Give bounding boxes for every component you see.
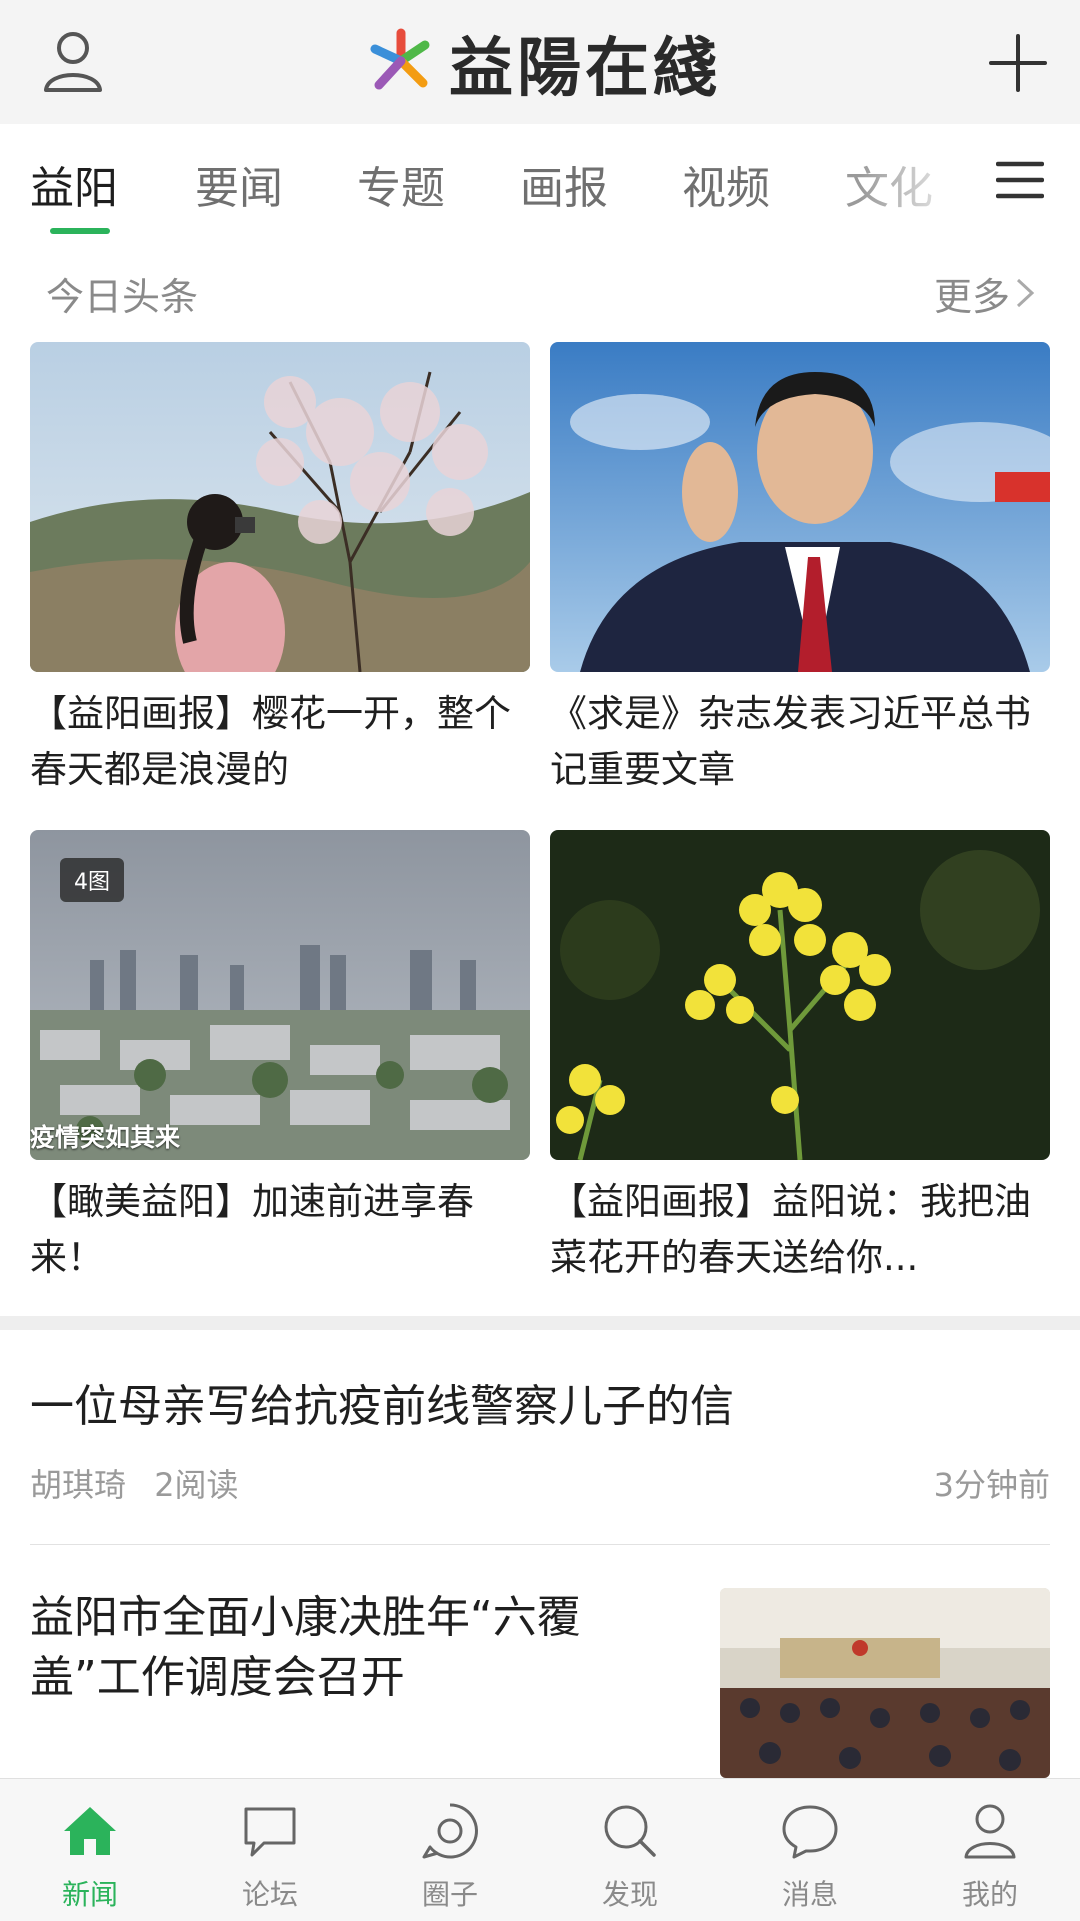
search-icon bbox=[604, 1805, 656, 1857]
tab-pictorial[interactable]: 画报 bbox=[520, 152, 608, 216]
nav-label: 发现 bbox=[601, 1878, 658, 1911]
active-tab-indicator bbox=[50, 228, 110, 234]
circle-icon bbox=[422, 1803, 478, 1859]
article-time: 3分钟前 bbox=[933, 1466, 1050, 1504]
tab-fade bbox=[860, 124, 970, 234]
tab-topics[interactable]: 专题 bbox=[357, 152, 445, 216]
article-reads: 2阅读 bbox=[154, 1466, 239, 1504]
card-image[interactable] bbox=[550, 830, 1050, 1160]
article-title[interactable]: 一位母亲写给抗疫前线警察儿子的信 bbox=[30, 1370, 734, 1434]
app-logo: 益陽在綫 bbox=[365, 18, 721, 108]
logo-text: 益陽在綫 bbox=[449, 31, 721, 106]
nav-forum[interactable]: 论坛 bbox=[180, 1779, 360, 1921]
card-caption[interactable]: 【瞰美益阳】加速前进享春来！ bbox=[30, 1174, 530, 1286]
article-author: 胡琪琦 bbox=[30, 1466, 127, 1504]
tab-yiyang[interactable]: 益阳 bbox=[30, 152, 118, 216]
tab-news[interactable]: 要闻 bbox=[195, 152, 283, 216]
nav-label: 新闻 bbox=[61, 1878, 118, 1911]
news-card[interactable]: 《求是》杂志发表习近平总书记重要文章 bbox=[550, 342, 1050, 798]
profile-icon bbox=[964, 1804, 1016, 1859]
nav-label: 我的 bbox=[961, 1878, 1018, 1911]
news-card[interactable]: 【益阳画报】益阳说：我把油菜花开的春天送给你... bbox=[550, 830, 1050, 1286]
more-link[interactable]: 更多 bbox=[934, 266, 1010, 321]
nav-messages[interactable]: 消息 bbox=[720, 1779, 900, 1921]
list-divider bbox=[30, 1544, 1050, 1545]
image-count-badge: 4图 bbox=[60, 858, 124, 902]
card-image[interactable] bbox=[30, 342, 530, 672]
logo-mark-icon bbox=[370, 28, 430, 90]
top-header: 益陽在綫 bbox=[0, 0, 1080, 125]
card-image[interactable] bbox=[550, 342, 1050, 672]
news-card[interactable]: 4图 疫情突如其来 【瞰美益阳】加速前进享春来！ bbox=[30, 830, 530, 1286]
nav-profile[interactable]: 我的 bbox=[900, 1779, 1080, 1921]
image-overlay-text: 疫情突如其来 bbox=[30, 1123, 181, 1152]
forum-icon bbox=[244, 1807, 296, 1857]
card-caption[interactable]: 【益阳画报】樱花一开，整个春天都是浪漫的 bbox=[30, 686, 530, 798]
card-caption[interactable]: 《求是》杂志发表习近平总书记重要文章 bbox=[550, 686, 1050, 798]
article-title[interactable]: 益阳市全面小康决胜年“六覆盖”工作调度会召开 bbox=[30, 1588, 680, 1708]
nav-label: 论坛 bbox=[241, 1878, 298, 1911]
article-meta: 胡琪琦 2阅读 bbox=[30, 1460, 239, 1506]
message-icon bbox=[782, 1805, 838, 1859]
bottom-navigation: 新闻 论坛 圈子 发现 消息 我的 bbox=[0, 1778, 1080, 1921]
home-icon bbox=[64, 1807, 116, 1855]
plus-icon[interactable] bbox=[985, 30, 1051, 96]
section-title: 今日头条 bbox=[46, 275, 199, 319]
news-card[interactable]: 【益阳画报】樱花一开，整个春天都是浪漫的 bbox=[30, 342, 530, 798]
hamburger-menu-icon[interactable] bbox=[996, 160, 1044, 200]
nav-discover[interactable]: 发现 bbox=[540, 1779, 720, 1921]
nav-circle[interactable]: 圈子 bbox=[360, 1779, 540, 1921]
headline-section-header: 今日头条 更多 bbox=[0, 258, 1080, 320]
nav-label: 消息 bbox=[781, 1878, 838, 1911]
tab-video[interactable]: 视频 bbox=[682, 152, 770, 216]
nav-label: 圈子 bbox=[421, 1878, 478, 1911]
card-caption[interactable]: 【益阳画报】益阳说：我把油菜花开的春天送给你... bbox=[550, 1174, 1050, 1286]
card-image[interactable]: 4图 疫情突如其来 bbox=[30, 830, 530, 1160]
section-divider bbox=[0, 1316, 1080, 1330]
user-icon[interactable] bbox=[38, 26, 108, 96]
nav-news[interactable]: 新闻 bbox=[0, 1779, 180, 1921]
chevron-right-icon[interactable] bbox=[1014, 276, 1036, 310]
article-thumbnail[interactable] bbox=[720, 1588, 1050, 1778]
